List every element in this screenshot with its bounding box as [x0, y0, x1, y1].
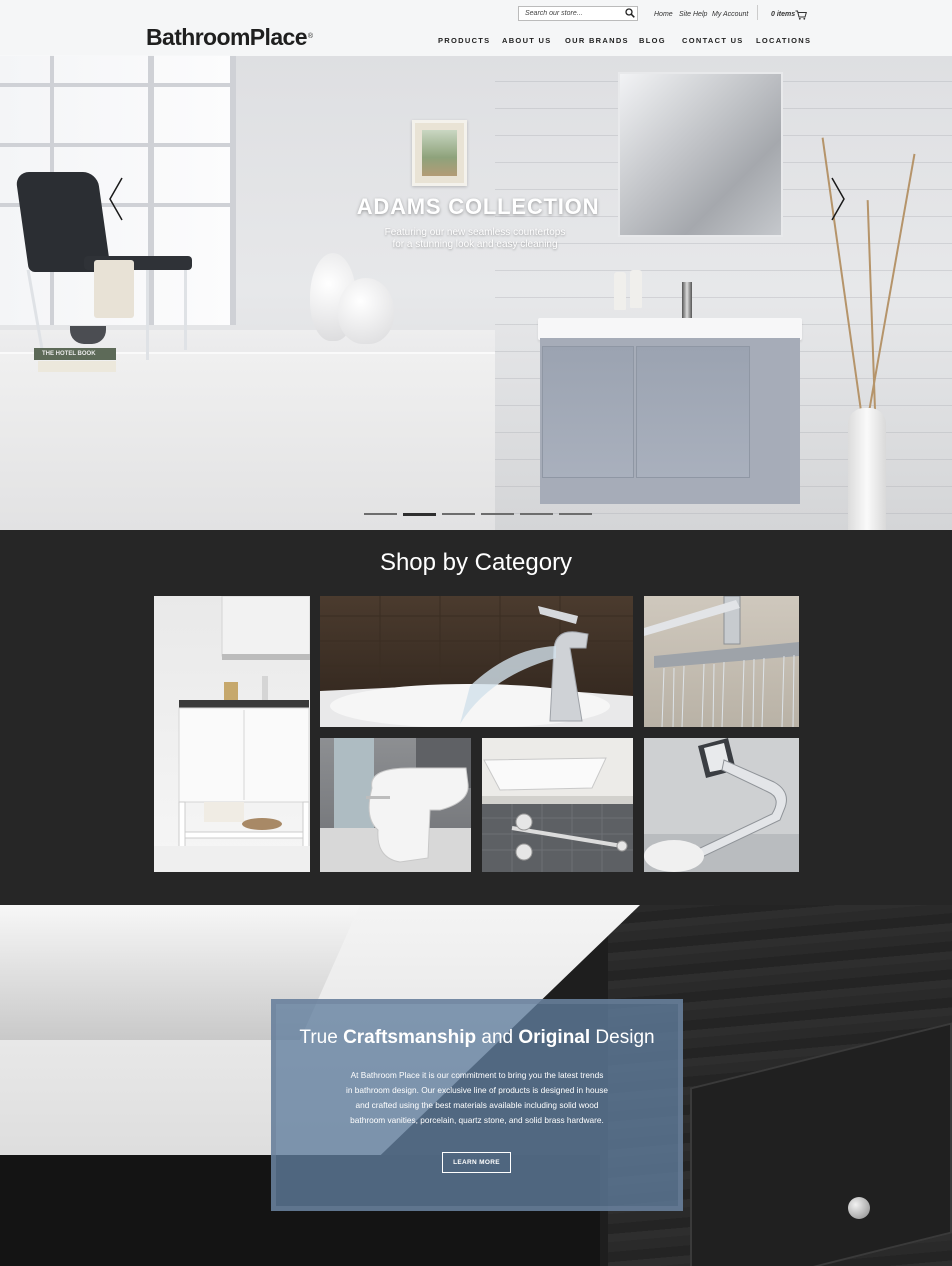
hero-subtitle: Featuring our new seamless countertops f…	[330, 227, 620, 251]
util-link-my-account[interactable]: My Account	[712, 11, 748, 18]
faucet-icon	[320, 596, 633, 727]
category-tile-sinks[interactable]	[482, 738, 633, 872]
title-text: and	[476, 1027, 519, 1048]
craftsmanship-title: True Craftsmanship and Original Design	[271, 1026, 683, 1050]
hero-faucet	[682, 282, 692, 322]
chair-leg	[184, 270, 187, 350]
logo-registered-mark: ®	[307, 33, 313, 40]
nav-our-brands[interactable]: OUR BRANDS	[565, 36, 629, 45]
hero-countertop	[538, 318, 802, 340]
vanity-door	[542, 346, 634, 478]
drawer-knob-icon	[848, 1197, 870, 1219]
slider-dots	[364, 513, 592, 516]
hero-wall-picture	[412, 120, 467, 186]
page: THE HOTEL BOOK ADAMS COLLECTION Featurin…	[0, 0, 952, 1266]
hero-books: THE HOTEL BOOK	[34, 348, 116, 372]
hero-slider: THE HOTEL BOOK ADAMS COLLECTION Featurin…	[0, 0, 952, 530]
nav-about-us[interactable]: ABOUT US	[502, 36, 552, 45]
util-link-site-help[interactable]: Site Help	[679, 11, 707, 18]
slider-dot[interactable]	[481, 513, 514, 515]
title-text: True	[299, 1027, 344, 1048]
slider-dot[interactable]	[520, 513, 553, 515]
site-logo[interactable]: BathroomPlace®	[146, 24, 313, 50]
hero-tub-ledge	[0, 352, 495, 530]
category-tile-vanities[interactable]	[154, 596, 310, 872]
craftsmanship-description: At Bathroom Place it is our commitment t…	[333, 1068, 621, 1128]
slider-dot[interactable]	[364, 513, 397, 515]
description-line: bathroom vanities, porcelain, quartz sto…	[350, 1115, 604, 1125]
hero-vanity-cabinet	[540, 338, 800, 504]
cart-icon[interactable]	[795, 10, 807, 20]
book-spine: THE HOTEL BOOK	[34, 348, 116, 360]
shower-head-icon	[644, 596, 799, 727]
logo-text: BathroomPlace	[146, 24, 308, 50]
vessel-sink-icon	[482, 738, 633, 872]
search-icon[interactable]	[625, 8, 635, 18]
prev-arrow-icon[interactable]	[108, 176, 124, 222]
nav-blog[interactable]: BLOG	[639, 36, 666, 45]
category-tile-faucets[interactable]	[320, 596, 633, 727]
title-emphasis: Original	[518, 1027, 591, 1048]
book-stack	[38, 361, 116, 372]
category-tile-toilets[interactable]	[320, 738, 471, 872]
header-divider	[757, 5, 758, 20]
towel-bar-icon	[644, 738, 799, 872]
cart-count[interactable]: 0 items	[771, 11, 795, 18]
learn-more-button[interactable]: LEARN MORE	[442, 1152, 511, 1173]
hero-tall-vase	[848, 408, 886, 530]
hero-vase	[338, 278, 394, 344]
title-emphasis: Craftsmanship	[343, 1027, 477, 1048]
nav-contact-us[interactable]: CONTACT US	[682, 36, 744, 45]
next-arrow-icon[interactable]	[830, 176, 846, 222]
hero-title: ADAMS COLLECTION	[356, 194, 600, 219]
slider-dot[interactable]	[442, 513, 475, 515]
nav-locations[interactable]: LOCATIONS	[756, 36, 811, 45]
slider-dot[interactable]	[559, 513, 592, 515]
category-tile-showers[interactable]	[644, 596, 799, 727]
vanity-door	[636, 346, 750, 478]
hero-bottle	[630, 270, 642, 308]
nav-products[interactable]: PRODUCTS	[438, 36, 491, 45]
vanity-icon	[154, 596, 310, 872]
hero-subtitle-line: for a stunning look and easy cleaning	[392, 239, 558, 250]
hero-subtitle-line: Featuring our new seamless countertops	[384, 227, 566, 238]
description-line: At Bathroom Place it is our commitment t…	[350, 1070, 604, 1080]
hero-bottle	[614, 272, 626, 310]
hero-towel	[94, 260, 134, 318]
category-tile-accessories[interactable]	[644, 738, 799, 872]
title-text: Design	[590, 1027, 655, 1048]
search-input[interactable]	[518, 6, 638, 21]
category-title: Shop by Category	[379, 549, 573, 576]
site-header: BathroomPlace® Home Site Help My Account…	[0, 0, 952, 56]
chair-leg	[146, 270, 149, 360]
util-link-home[interactable]: Home	[654, 11, 673, 18]
slider-dot[interactable]	[403, 513, 436, 516]
description-line: in bathroom design. Our exclusive line o…	[346, 1085, 608, 1095]
description-line: and crafted using the best materials ava…	[355, 1100, 599, 1110]
toilet-icon	[320, 738, 471, 872]
